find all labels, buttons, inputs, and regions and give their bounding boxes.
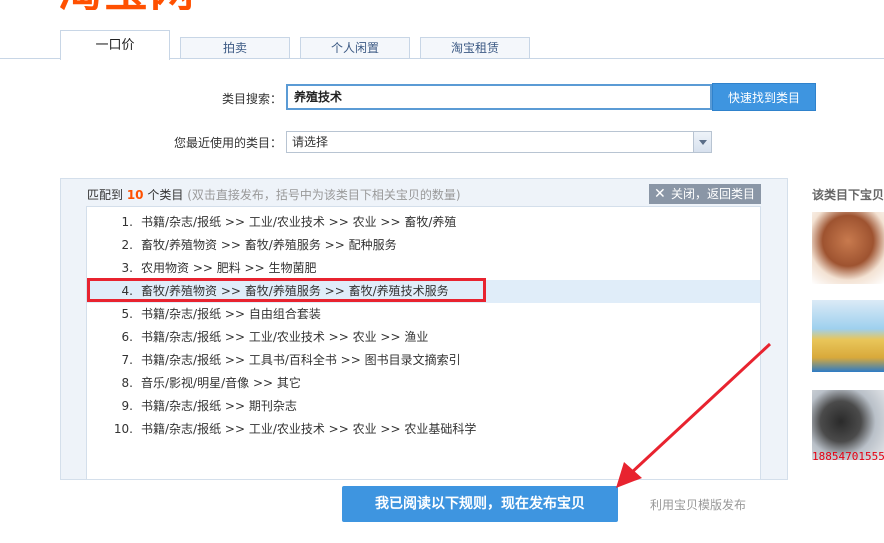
category-result-item[interactable]: 3. 农用物资 >> 肥料 >> 生物菌肥: [87, 257, 760, 280]
match-count: 10: [126, 188, 144, 202]
match-hint: (双击直接发布，括号中为该类目下相关宝贝的数量): [187, 188, 461, 202]
category-result-item[interactable]: 7. 书籍/杂志/报纸 >> 工具书/百科全书 >> 图书目录文摘索引: [87, 349, 760, 372]
result-index: 5.: [121, 307, 133, 321]
close-return-category-button[interactable]: ✕ 关闭，返回类目: [649, 184, 761, 204]
recent-category-value: 请选择: [292, 135, 329, 149]
category-result-item[interactable]: 1. 书籍/杂志/报纸 >> 工业/农业技术 >> 农业 >> 畜牧/养殖: [87, 211, 760, 234]
result-path: 书籍/杂志/报纸 >> 工业/农业技术 >> 农业 >> 渔业: [141, 330, 429, 344]
category-search-input[interactable]: 养殖技术: [286, 84, 712, 110]
category-result-item[interactable]: 8. 音乐/影视/明星/音像 >> 其它: [87, 372, 760, 395]
close-return-label: 关闭，返回类目: [671, 187, 756, 201]
result-index: 2.: [121, 238, 133, 252]
result-index: 10.: [113, 422, 133, 436]
tab-auction[interactable]: 拍卖: [180, 37, 290, 58]
category-result-item[interactable]: 5. 书籍/杂志/报纸 >> 自由组合套装: [87, 303, 760, 326]
category-items-title: 该类目下宝贝: [812, 188, 884, 202]
tab-taobao-rental[interactable]: 淘宝租赁: [420, 37, 530, 58]
result-path: 书籍/杂志/报纸 >> 工业/农业技术 >> 农业 >> 农业基础科学: [141, 422, 477, 436]
category-result-item[interactable]: 2. 畜牧/养殖物资 >> 畜牧/养殖服务 >> 配种服务: [87, 234, 760, 257]
result-index: 7.: [121, 353, 133, 367]
matched-categories-header: 匹配到 10 个类目 (双击直接发布，括号中为该类目下相关宝贝的数量): [87, 186, 461, 203]
category-result-item[interactable]: 6. 书籍/杂志/报纸 >> 工业/农业技术 >> 农业 >> 渔业: [87, 326, 760, 349]
result-path: 畜牧/养殖物资 >> 畜牧/养殖服务 >> 配种服务: [141, 238, 397, 252]
recent-category-label: 您最近使用的类目：: [173, 136, 282, 150]
quick-find-category-button[interactable]: 快速找到类目: [712, 83, 816, 111]
match-suffix: 个类目: [143, 188, 184, 202]
publish-from-template-link[interactable]: 利用宝贝模版发布: [650, 496, 746, 513]
category-result-item-selected[interactable]: 4. 畜牧/养殖物资 >> 畜牧/养殖服务 >> 畜牧/养殖技术服务: [87, 280, 760, 303]
recent-category-select[interactable]: 请选择: [286, 131, 712, 153]
taobao-logo[interactable]: 淘宝网: [58, 0, 196, 10]
result-path: 畜牧/养殖物资 >> 畜牧/养殖服务 >> 畜牧/养殖技术服务: [141, 284, 449, 298]
category-result-item[interactable]: 9. 书籍/杂志/报纸 >> 期刊杂志: [87, 395, 760, 418]
result-path: 书籍/杂志/报纸 >> 期刊杂志: [141, 399, 297, 413]
result-path: 书籍/杂志/报纸 >> 工业/农业技术 >> 农业 >> 畜牧/养殖: [141, 215, 457, 229]
result-index: 8.: [121, 376, 133, 390]
product-thumbnail-dog[interactable]: [812, 212, 884, 284]
close-icon: ✕: [654, 186, 666, 202]
result-index: 6.: [121, 330, 133, 344]
tab-personal-idle[interactable]: 个人闲置: [300, 37, 410, 58]
result-path: 音乐/影视/明星/音像 >> 其它: [141, 376, 301, 390]
result-path: 农用物资 >> 肥料 >> 生物菌肥: [141, 261, 317, 275]
product-thumbnail-package[interactable]: [812, 300, 884, 372]
chevron-down-icon[interactable]: [693, 132, 711, 152]
publish-item-button[interactable]: 我已阅读以下规则，现在发布宝贝: [342, 486, 618, 522]
category-result-item[interactable]: 10. 书籍/杂志/报纸 >> 工业/农业技术 >> 农业 >> 农业基础科学: [87, 418, 760, 441]
seller-phone: 18854701555: [812, 450, 884, 463]
result-index: 4.: [121, 284, 133, 298]
category-result-list: 1. 书籍/杂志/报纸 >> 工业/农业技术 >> 农业 >> 畜牧/养殖 2. 畜…: [86, 206, 761, 480]
result-path: 书籍/杂志/报纸 >> 工具书/百科全书 >> 图书目录文摘索引: [141, 353, 461, 367]
result-index: 1.: [121, 215, 133, 229]
result-index: 9.: [121, 399, 133, 413]
tab-fixed-price[interactable]: 一口价: [60, 30, 170, 60]
match-prefix: 匹配到: [87, 188, 127, 202]
result-path: 书籍/杂志/报纸 >> 自由组合套装: [141, 307, 321, 321]
result-index: 3.: [121, 261, 133, 275]
category-search-label: 类目搜索：: [221, 92, 282, 106]
